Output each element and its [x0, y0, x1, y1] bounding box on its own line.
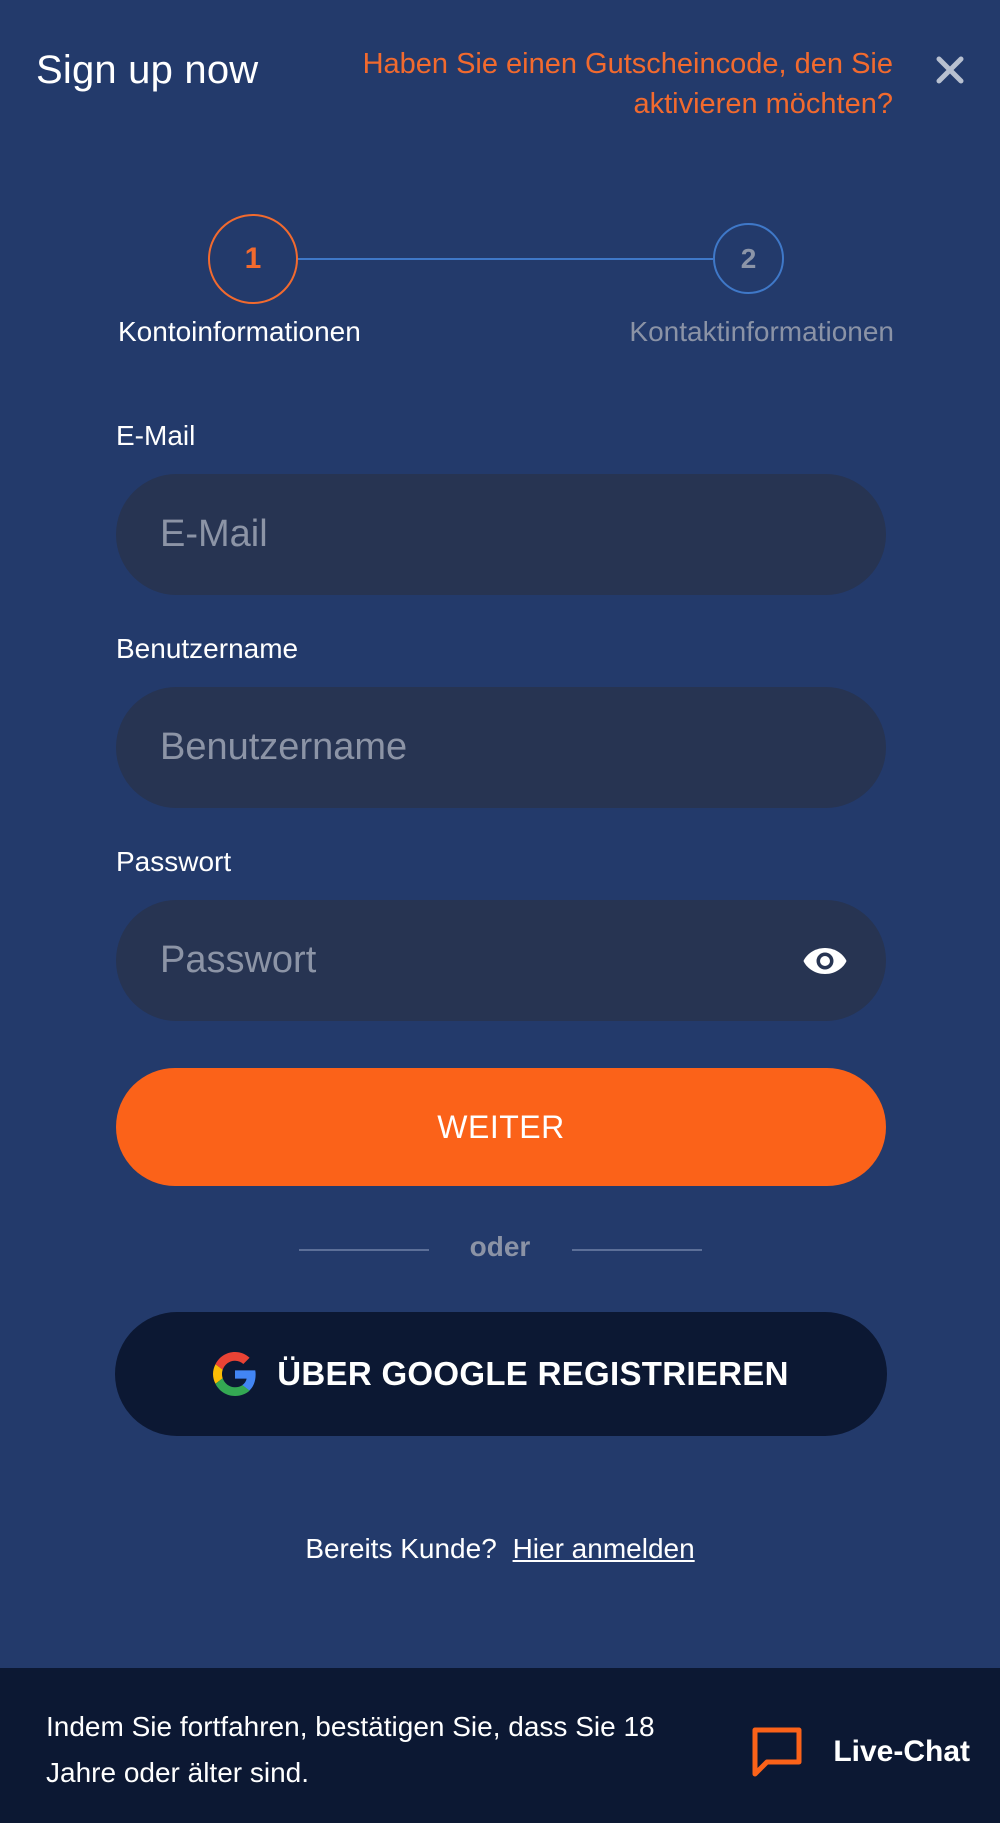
signup-form: E-Mail Benutzername Passwort	[116, 420, 886, 1021]
continue-button[interactable]: WEITER	[116, 1068, 886, 1186]
password-field-group: Passwort	[116, 846, 886, 1021]
step-1-label: Kontoinformationen	[118, 316, 361, 347]
login-link[interactable]: Hier anmelden	[513, 1533, 695, 1564]
modal-header: Sign up now Haben Sie einen Gutscheincod…	[0, 0, 1000, 140]
show-password-toggle[interactable]	[802, 938, 848, 984]
email-label: E-Mail	[116, 420, 196, 451]
google-signup-label: ÜBER GOOGLE REGISTRIEREN	[277, 1355, 789, 1392]
step-2-indicator: 2	[713, 223, 784, 294]
step-2-label: Kontaktinformationen	[629, 316, 894, 347]
live-chat-button[interactable]: Live-Chat	[749, 1726, 970, 1778]
username-label: Benutzername	[116, 633, 299, 664]
username-input-wrapper	[116, 687, 886, 808]
voucher-code-link[interactable]: Haben Sie einen Gutscheincode, den Sie a…	[333, 44, 893, 124]
footer-bar: Indem Sie fortfahren, bestätigen Sie, da…	[0, 1668, 1000, 1823]
email-input[interactable]	[116, 474, 886, 595]
divider-text: oder	[469, 1231, 531, 1262]
email-input-wrapper	[116, 474, 886, 595]
close-button[interactable]	[930, 50, 970, 90]
or-divider: oder	[0, 1228, 1000, 1268]
email-field-group: E-Mail	[116, 420, 886, 595]
password-label: Passwort	[116, 846, 232, 877]
password-input-wrapper	[116, 900, 886, 1021]
stepper-connector	[297, 258, 713, 260]
live-chat-label: Live-Chat	[833, 1735, 970, 1768]
login-prompt-row: Bereits Kunde? Hier anmelden	[0, 1533, 1000, 1565]
step-1-indicator: 1	[208, 214, 298, 304]
close-icon	[936, 56, 964, 84]
google-signup-button[interactable]: ÜBER GOOGLE REGISTRIEREN	[115, 1312, 887, 1436]
login-prompt-text: Bereits Kunde?	[305, 1533, 497, 1564]
username-field-group: Benutzername	[116, 633, 886, 808]
page-title: Sign up now	[36, 48, 259, 92]
chat-icon	[752, 1727, 802, 1777]
signup-stepper: 1 2 Kontoinformationen Kontaktinformatio…	[0, 200, 1000, 370]
password-input[interactable]	[116, 900, 886, 1021]
eye-icon	[803, 948, 847, 974]
google-icon	[213, 1352, 256, 1396]
age-notice: Indem Sie fortfahren, bestätigen Sie, da…	[46, 1711, 655, 1788]
divider-line-right	[572, 1249, 702, 1251]
username-input[interactable]	[116, 687, 886, 808]
